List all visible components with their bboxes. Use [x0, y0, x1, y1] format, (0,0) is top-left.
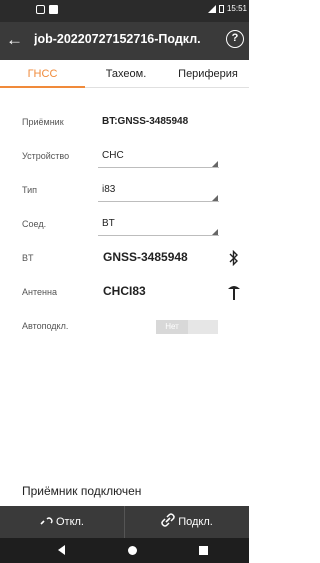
notification-icon: [49, 5, 58, 14]
receiver-row: Приёмник BT:GNSS-3485948: [0, 108, 249, 138]
bt-label: BT: [22, 253, 34, 263]
bt-row[interactable]: BT GNSS-3485948: [0, 244, 249, 274]
disconnect-label: Откл.: [55, 516, 84, 528]
receiver-value: BT:GNSS-3485948: [102, 116, 189, 127]
antenna-row: Антенна CHCI83: [0, 278, 249, 308]
connection-label: Соед.: [22, 219, 47, 229]
device-row[interactable]: Устройство CHC: [0, 142, 249, 172]
bt-device-value: GNSS-3485948: [103, 250, 188, 264]
tab-bar: ГНСС Тахеом. Периферия: [0, 60, 249, 88]
type-select[interactable]: i83: [102, 184, 115, 195]
device-select[interactable]: CHC: [102, 150, 124, 161]
battery-icon: [218, 4, 224, 13]
tab-peripherals[interactable]: Периферия: [167, 60, 249, 88]
page-title: job-20220727152716-Подкл.: [34, 32, 201, 46]
dropdown-arrow-icon[interactable]: [212, 229, 218, 235]
link-icon: [161, 513, 175, 527]
bluetooth-icon[interactable]: [229, 250, 239, 266]
status-icons-left: [36, 5, 58, 14]
dropdown-arrow-icon[interactable]: [212, 161, 218, 167]
antenna-label: Антенна: [22, 287, 57, 297]
receiver-label: Приёмник: [22, 117, 64, 127]
bottom-action-bar: Откл. Подкл.: [0, 506, 249, 538]
system-nav-bar: [0, 538, 249, 563]
status-bar: 15:51: [0, 0, 249, 22]
autoconnect-toggle[interactable]: Нет: [156, 320, 218, 334]
antenna-value: CHCI83: [103, 284, 146, 298]
app-bar: ← job-20220727152716-Подкл. ?: [0, 22, 249, 60]
nav-home-icon[interactable]: [128, 546, 137, 555]
dropdown-underline: [98, 201, 219, 202]
connect-label: Подкл.: [178, 516, 213, 528]
connection-row[interactable]: Соед. BT: [0, 210, 249, 240]
status-icons-right: 15:51: [207, 4, 247, 13]
help-circle-icon[interactable]: ?: [226, 30, 244, 48]
device-label: Устройство: [22, 151, 70, 161]
notification-icon: [36, 5, 45, 14]
type-label: Тип: [22, 185, 38, 195]
autoconnect-label: Автоподкл.: [22, 321, 69, 331]
arrow-left-icon[interactable]: ←: [6, 30, 24, 50]
antenna-icon[interactable]: [227, 283, 241, 301]
dropdown-arrow-icon[interactable]: [212, 195, 218, 201]
tab-gnss[interactable]: ГНСС: [0, 60, 85, 88]
toggle-knob: Нет: [156, 320, 188, 334]
nav-back-icon[interactable]: [58, 545, 65, 555]
autoconnect-row: Автоподкл. Нет: [0, 312, 249, 342]
disconnect-button[interactable]: Откл.: [0, 506, 124, 538]
disconnect-link-icon: [40, 517, 53, 525]
dropdown-underline: [98, 235, 219, 236]
connection-select[interactable]: BT: [102, 218, 115, 229]
clock: 15:51: [226, 4, 247, 13]
dropdown-underline: [98, 167, 219, 168]
nav-recents-icon[interactable]: [199, 546, 208, 555]
connect-button[interactable]: Подкл.: [125, 506, 249, 538]
connection-status: Приёмник подключен: [22, 484, 142, 498]
type-row[interactable]: Тип i83: [0, 176, 249, 206]
signal-icon: [207, 4, 216, 13]
tab-total-station[interactable]: Тахеом.: [85, 60, 167, 88]
